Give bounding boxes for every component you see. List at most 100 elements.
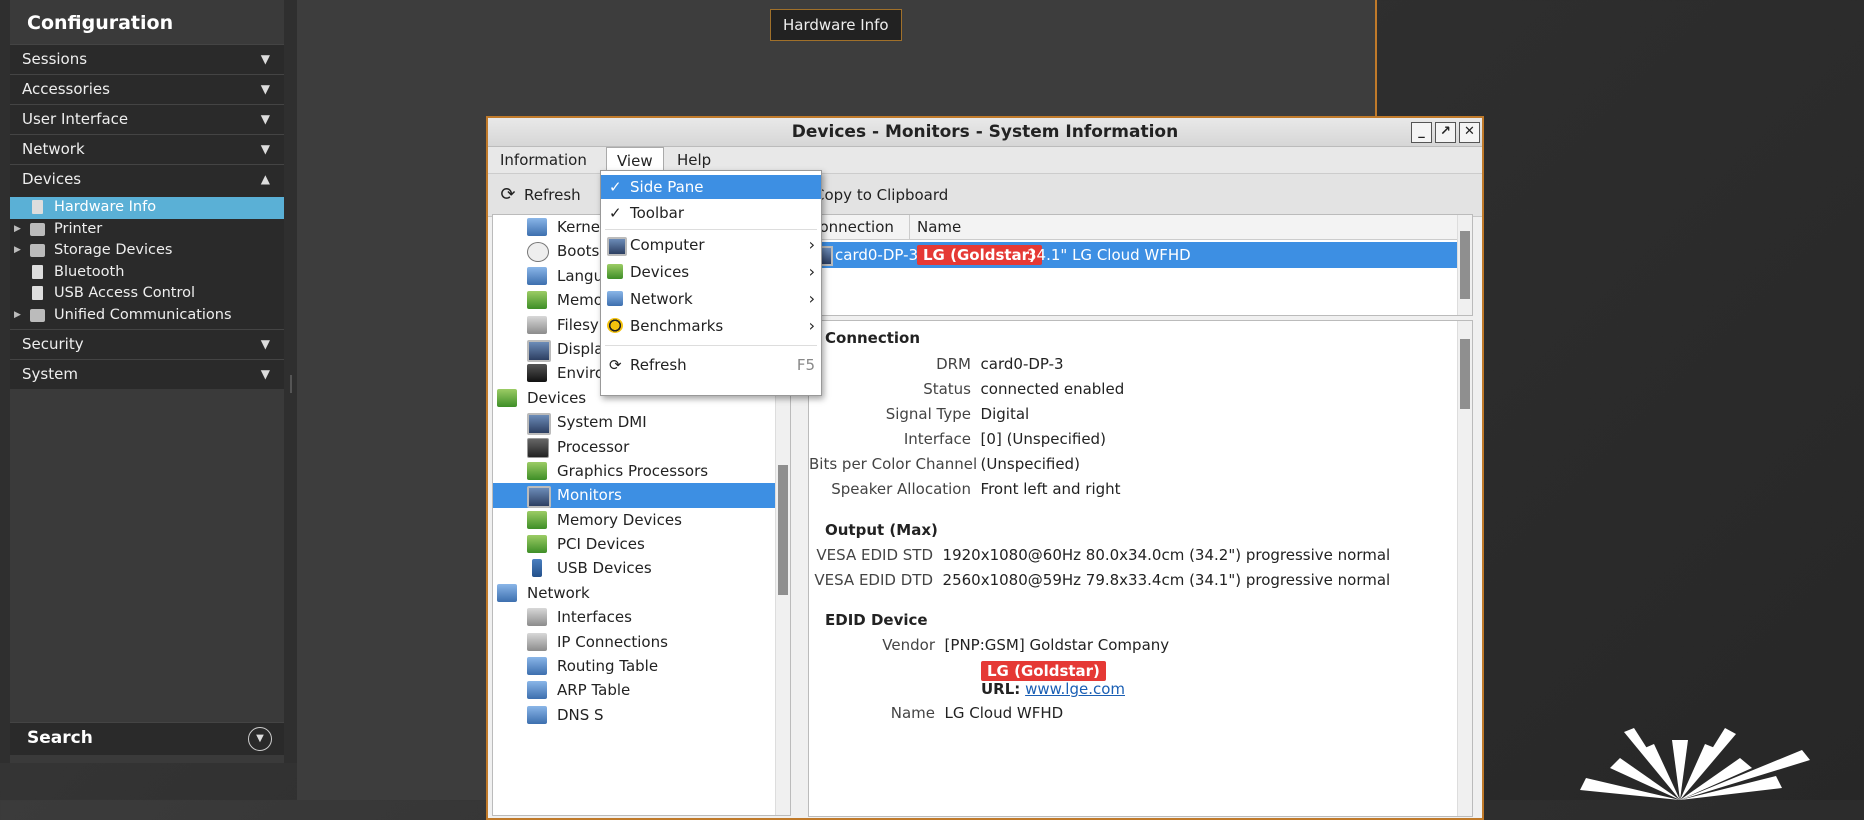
side-item-usb-devices[interactable]: USB Devices bbox=[493, 556, 790, 580]
side-item-pci-devices[interactable]: PCI Devices bbox=[493, 532, 790, 556]
menu-item-side-pane[interactable]: ✓ Side Pane bbox=[601, 175, 821, 199]
search-expand-icon[interactable]: ▼ bbox=[248, 727, 272, 751]
tree-item-label: Bluetooth bbox=[54, 263, 125, 280]
vendor-url-link[interactable]: www.lge.com bbox=[1025, 680, 1125, 698]
graphics-card-icon bbox=[527, 461, 547, 480]
tree-item-label: Unified Communications bbox=[54, 306, 232, 323]
detail-scrollbar[interactable] bbox=[1457, 321, 1472, 816]
shortcut-key: F5 bbox=[796, 356, 815, 374]
menu-item-computer[interactable]: Computer › bbox=[601, 233, 821, 257]
menu-item-label: Devices bbox=[630, 263, 690, 281]
section-user-interface[interactable]: User Interface ▼ bbox=[10, 104, 284, 134]
menu-information[interactable]: Information bbox=[490, 147, 597, 173]
flag-icon bbox=[527, 266, 547, 285]
copy-to-clipboard-button[interactable]: Copy to Clipboard bbox=[814, 174, 948, 216]
tree-item-storage-devices[interactable]: ▶ Storage Devices bbox=[10, 240, 284, 262]
menu-item-devices[interactable]: Devices › bbox=[601, 260, 821, 284]
configuration-panel-inner: Configuration Sessions ▼ Accessories ▼ Use… bbox=[10, 0, 284, 763]
window-titlebar[interactable]: Devices - Monitors - System Information … bbox=[488, 118, 1482, 147]
detail-row: Name LG Cloud WFHD bbox=[809, 704, 1063, 722]
side-item-routing-table[interactable]: Routing Table bbox=[493, 654, 790, 678]
detail-row: Bits per Color Channel (Unspecified) bbox=[809, 455, 1080, 473]
maximize-button[interactable]: ↗ bbox=[1435, 122, 1456, 143]
devices-tree: Hardware Info ▶ Printer ▶ Storage Devices … bbox=[10, 194, 284, 329]
side-item-graphics-processors[interactable]: Graphics Processors bbox=[493, 459, 790, 483]
detail-key: Bits per Color Channel bbox=[809, 455, 978, 473]
side-item-label: Memo bbox=[557, 291, 603, 310]
processor-icon bbox=[527, 437, 549, 458]
row-name: 34.1" LG Cloud WFHD bbox=[1027, 246, 1191, 264]
minimize-button[interactable]: _ bbox=[1411, 122, 1432, 143]
detail-row: Interface [0] (Unspecified) bbox=[809, 430, 1106, 448]
detail-row: Speaker Allocation Front left and right bbox=[809, 480, 1120, 498]
side-item-processor[interactable]: Processor bbox=[493, 435, 790, 459]
side-category-network[interactable]: Network bbox=[493, 581, 790, 605]
tree-item-label: Printer bbox=[54, 220, 103, 237]
section-sessions[interactable]: Sessions ▼ bbox=[10, 44, 284, 74]
menu-item-network[interactable]: Network › bbox=[601, 287, 821, 311]
section-system[interactable]: System ▼ bbox=[10, 359, 284, 389]
section-security[interactable]: Security ▼ bbox=[10, 329, 284, 359]
devices-icon bbox=[607, 264, 623, 279]
menu-item-toolbar[interactable]: ✓ Toolbar bbox=[601, 201, 821, 225]
terminal-icon bbox=[527, 364, 547, 383]
refresh-button[interactable]: ⟳ Refresh bbox=[498, 174, 580, 216]
kernel-icon bbox=[527, 218, 547, 236]
close-button[interactable]: ✕ bbox=[1459, 122, 1480, 143]
tree-item-printer[interactable]: ▶ Printer bbox=[10, 219, 284, 241]
menu-item-benchmarks[interactable]: Benchmarks › bbox=[601, 314, 821, 338]
collapse-arrow-icon: ▼ bbox=[260, 367, 270, 381]
folder-icon bbox=[30, 222, 45, 236]
side-pane-scroll-thumb[interactable] bbox=[778, 465, 788, 595]
detail-value: [0] (Unspecified) bbox=[980, 430, 1106, 448]
side-item-monitors[interactable]: Monitors bbox=[493, 483, 790, 509]
sunburst-logo-icon bbox=[1580, 728, 1810, 800]
menu-item-label: Side Pane bbox=[630, 178, 704, 196]
computer-icon bbox=[527, 413, 551, 436]
configuration-title: Configuration bbox=[10, 0, 284, 44]
menu-item-refresh[interactable]: ⟳ Refresh F5 bbox=[601, 353, 821, 377]
side-item-ip-connections[interactable]: IP Connections bbox=[493, 630, 790, 654]
detail-row: DRM card0-DP-3 bbox=[809, 355, 1064, 373]
table-row[interactable]: card0-DP-3 LG (Goldstar) 34.1" LG Cloud … bbox=[809, 242, 1472, 268]
arp-icon bbox=[527, 681, 547, 700]
tree-item-hardware-info[interactable]: Hardware Info bbox=[10, 197, 284, 219]
detail-row: Vendor [PNP:GSM] Goldstar Company bbox=[809, 636, 1169, 654]
network-interface-icon bbox=[527, 608, 547, 627]
panel-splitter-handle[interactable] bbox=[290, 375, 292, 393]
expander-icon[interactable]: ▶ bbox=[14, 305, 21, 327]
expander-icon[interactable]: ▶ bbox=[14, 219, 21, 241]
side-item-memory-devices[interactable]: Memory Devices bbox=[493, 508, 790, 532]
side-item-label: DNS S bbox=[557, 705, 604, 724]
side-item-label: Boots bbox=[557, 242, 600, 261]
column-header-name[interactable]: Name bbox=[917, 215, 961, 239]
detail-scroll-thumb[interactable] bbox=[1460, 339, 1470, 409]
side-item-interfaces[interactable]: Interfaces bbox=[493, 605, 790, 629]
monitor-icon bbox=[527, 339, 551, 362]
side-item-dns-servers[interactable]: DNS S bbox=[493, 703, 790, 727]
detail-row: Status connected enabled bbox=[809, 380, 1124, 398]
folder-icon bbox=[30, 308, 45, 322]
side-item-system-dmi[interactable]: System DMI bbox=[493, 410, 790, 436]
refresh-icon: ⟳ bbox=[609, 356, 622, 374]
table-scroll-thumb[interactable] bbox=[1460, 231, 1470, 299]
section-devices[interactable]: Devices ▲ bbox=[10, 164, 284, 194]
side-item-arp-table[interactable]: ARP Table bbox=[493, 678, 790, 702]
side-item-label: System DMI bbox=[557, 413, 647, 432]
expander-icon[interactable]: ▶ bbox=[14, 240, 21, 262]
detail-value: Digital bbox=[980, 405, 1030, 423]
detail-key: Vendor bbox=[882, 636, 935, 654]
tree-item-bluetooth[interactable]: Bluetooth bbox=[10, 262, 284, 284]
side-item-label: Processor bbox=[557, 437, 630, 456]
url-label: URL: bbox=[981, 680, 1021, 698]
tree-item-unified-communications[interactable]: ▶ Unified Communications bbox=[10, 305, 284, 327]
section-accessories[interactable]: Accessories ▼ bbox=[10, 74, 284, 104]
tree-item-usb-access-control[interactable]: USB Access Control bbox=[10, 283, 284, 305]
vendor-url-row: URL: www.lge.com bbox=[981, 680, 1125, 698]
table-scrollbar[interactable] bbox=[1457, 215, 1472, 315]
menu-item-label: Network bbox=[630, 290, 693, 308]
section-network[interactable]: Network ▼ bbox=[10, 134, 284, 164]
search-section[interactable]: Search ▼ bbox=[10, 722, 284, 755]
network-icon bbox=[607, 291, 623, 306]
tree-item-label: USB Access Control bbox=[54, 285, 196, 301]
